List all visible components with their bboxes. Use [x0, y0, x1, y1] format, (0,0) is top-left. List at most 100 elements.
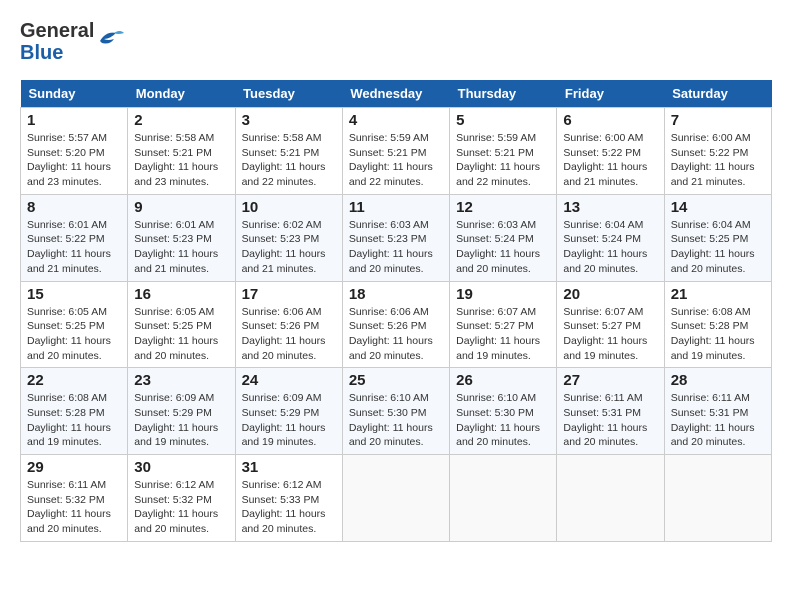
calendar-cell: [557, 455, 664, 542]
calendar-week-row: 22Sunrise: 6:08 AMSunset: 5:28 PMDayligh…: [21, 368, 772, 455]
day-number: 28: [671, 372, 765, 389]
day-info: Sunrise: 6:05 AMSunset: 5:25 PMDaylight:…: [134, 305, 228, 364]
day-number: 15: [27, 286, 121, 303]
calendar-cell: 17 Sunrise: 6:06 AMSunset: 5:26 PMDayligh…: [235, 281, 342, 368]
weekday-header-row: SundayMondayTuesdayWednesdayThursdayFrid…: [21, 80, 772, 108]
calendar-cell: 2 Sunrise: 5:58 AMSunset: 5:21 PMDaylight…: [128, 108, 235, 195]
day-number: 26: [456, 372, 550, 389]
calendar-cell: 12 Sunrise: 6:03 AMSunset: 5:24 PMDayligh…: [450, 194, 557, 281]
calendar-cell: 8 Sunrise: 6:01 AMSunset: 5:22 PMDaylight…: [21, 194, 128, 281]
logo-blue-text: Blue: [20, 42, 63, 64]
calendar-week-row: 8 Sunrise: 6:01 AMSunset: 5:22 PMDaylight…: [21, 194, 772, 281]
day-info: Sunrise: 6:04 AMSunset: 5:25 PMDaylight:…: [671, 218, 765, 277]
day-number: 12: [456, 199, 550, 216]
calendar-cell: 18 Sunrise: 6:06 AMSunset: 5:26 PMDayligh…: [342, 281, 449, 368]
calendar-cell: [342, 455, 449, 542]
logo-bird-icon: [96, 23, 124, 51]
calendar-week-row: 1 Sunrise: 5:57 AMSunset: 5:20 PMDaylight…: [21, 108, 772, 195]
calendar-week-row: 29Sunrise: 6:11 AMSunset: 5:32 PMDayligh…: [21, 455, 772, 542]
day-number: 20: [563, 286, 657, 303]
day-info: Sunrise: 5:58 AMSunset: 5:21 PMDaylight:…: [134, 131, 228, 190]
day-info: Sunrise: 6:04 AMSunset: 5:24 PMDaylight:…: [563, 218, 657, 277]
day-info: Sunrise: 6:07 AMSunset: 5:27 PMDaylight:…: [563, 305, 657, 364]
calendar-cell: 5 Sunrise: 5:59 AMSunset: 5:21 PMDaylight…: [450, 108, 557, 195]
day-info: Sunrise: 6:07 AMSunset: 5:27 PMDaylight:…: [456, 305, 550, 364]
day-info: Sunrise: 6:10 AMSunset: 5:30 PMDaylight:…: [349, 391, 443, 450]
calendar-cell: 6 Sunrise: 6:00 AMSunset: 5:22 PMDaylight…: [557, 108, 664, 195]
calendar-cell: 24 Sunrise: 6:09 AMSunset: 5:29 PMDayligh…: [235, 368, 342, 455]
day-number: 18: [349, 286, 443, 303]
day-info: Sunrise: 6:02 AMSunset: 5:23 PMDaylight:…: [242, 218, 336, 277]
calendar-table: SundayMondayTuesdayWednesdayThursdayFrid…: [20, 80, 772, 542]
day-number: 9: [134, 199, 228, 216]
day-number: 7: [671, 112, 765, 129]
day-info: Sunrise: 6:01 AMSunset: 5:23 PMDaylight:…: [134, 218, 228, 277]
calendar-cell: 15 Sunrise: 6:05 AMSunset: 5:25 PMDayligh…: [21, 281, 128, 368]
day-number: 30: [134, 459, 228, 476]
calendar-cell: 14Sunrise: 6:04 AMSunset: 5:25 PMDayligh…: [664, 194, 771, 281]
day-number: 1: [27, 112, 121, 129]
day-info: Sunrise: 6:10 AMSunset: 5:30 PMDaylight:…: [456, 391, 550, 450]
day-info: Sunrise: 6:11 AMSunset: 5:31 PMDaylight:…: [563, 391, 657, 450]
day-number: 2: [134, 112, 228, 129]
calendar-cell: 4Sunrise: 5:59 AMSunset: 5:21 PMDaylight…: [342, 108, 449, 195]
calendar-cell: 16 Sunrise: 6:05 AMSunset: 5:25 PMDayligh…: [128, 281, 235, 368]
calendar-cell: 11 Sunrise: 6:03 AMSunset: 5:23 PMDayligh…: [342, 194, 449, 281]
day-info: Sunrise: 6:06 AMSunset: 5:26 PMDaylight:…: [242, 305, 336, 364]
calendar-cell: 21 Sunrise: 6:08 AMSunset: 5:28 PMDayligh…: [664, 281, 771, 368]
day-number: 8: [27, 199, 121, 216]
calendar-cell: 10 Sunrise: 6:02 AMSunset: 5:23 PMDayligh…: [235, 194, 342, 281]
logo-combined: General Blue: [20, 20, 124, 64]
day-info: Sunrise: 6:08 AMSunset: 5:28 PMDaylight:…: [27, 391, 121, 450]
weekday-header-thursday: Thursday: [450, 80, 557, 108]
day-info: Sunrise: 6:01 AMSunset: 5:22 PMDaylight:…: [27, 218, 121, 277]
calendar-cell: 3 Sunrise: 5:58 AMSunset: 5:21 PMDaylight…: [235, 108, 342, 195]
weekday-header-monday: Monday: [128, 80, 235, 108]
day-info: Sunrise: 5:59 AMSunset: 5:21 PMDaylight:…: [456, 131, 550, 190]
day-info: Sunrise: 6:08 AMSunset: 5:28 PMDaylight:…: [671, 305, 765, 364]
day-number: 13: [563, 199, 657, 216]
day-number: 10: [242, 199, 336, 216]
day-number: 25: [349, 372, 443, 389]
weekday-header-tuesday: Tuesday: [235, 80, 342, 108]
day-info: Sunrise: 6:06 AMSunset: 5:26 PMDaylight:…: [349, 305, 443, 364]
weekday-header-sunday: Sunday: [21, 80, 128, 108]
calendar-cell: 26 Sunrise: 6:10 AMSunset: 5:30 PMDayligh…: [450, 368, 557, 455]
day-number: 11: [349, 199, 443, 216]
day-number: 29: [27, 459, 121, 476]
day-info: Sunrise: 5:58 AMSunset: 5:21 PMDaylight:…: [242, 131, 336, 190]
calendar-cell: 20 Sunrise: 6:07 AMSunset: 5:27 PMDayligh…: [557, 281, 664, 368]
day-number: 21: [671, 286, 765, 303]
calendar-cell: 1 Sunrise: 5:57 AMSunset: 5:20 PMDaylight…: [21, 108, 128, 195]
calendar-cell: 22Sunrise: 6:08 AMSunset: 5:28 PMDayligh…: [21, 368, 128, 455]
day-info: Sunrise: 6:05 AMSunset: 5:25 PMDaylight:…: [27, 305, 121, 364]
logo: General Blue: [20, 20, 124, 64]
weekday-header-friday: Friday: [557, 80, 664, 108]
day-number: 6: [563, 112, 657, 129]
day-number: 17: [242, 286, 336, 303]
day-info: Sunrise: 6:03 AMSunset: 5:24 PMDaylight:…: [456, 218, 550, 277]
day-info: Sunrise: 6:00 AMSunset: 5:22 PMDaylight:…: [563, 131, 657, 190]
calendar-cell: 28Sunrise: 6:11 AMSunset: 5:31 PMDayligh…: [664, 368, 771, 455]
calendar-cell: 31Sunrise: 6:12 AMSunset: 5:33 PMDayligh…: [235, 455, 342, 542]
day-info: Sunrise: 6:09 AMSunset: 5:29 PMDaylight:…: [242, 391, 336, 450]
day-info: Sunrise: 5:59 AMSunset: 5:21 PMDaylight:…: [349, 131, 443, 190]
day-info: Sunrise: 5:57 AMSunset: 5:20 PMDaylight:…: [27, 131, 121, 190]
day-number: 24: [242, 372, 336, 389]
day-info: Sunrise: 6:12 AMSunset: 5:32 PMDaylight:…: [134, 478, 228, 537]
calendar-cell: 9 Sunrise: 6:01 AMSunset: 5:23 PMDaylight…: [128, 194, 235, 281]
day-number: 5: [456, 112, 550, 129]
calendar-cell: [664, 455, 771, 542]
day-number: 3: [242, 112, 336, 129]
calendar-cell: 29Sunrise: 6:11 AMSunset: 5:32 PMDayligh…: [21, 455, 128, 542]
calendar-cell: 19 Sunrise: 6:07 AMSunset: 5:27 PMDayligh…: [450, 281, 557, 368]
calendar-cell: 23Sunrise: 6:09 AMSunset: 5:29 PMDayligh…: [128, 368, 235, 455]
calendar-cell: 7Sunrise: 6:00 AMSunset: 5:22 PMDaylight…: [664, 108, 771, 195]
calendar-cell: 30 Sunrise: 6:12 AMSunset: 5:32 PMDayligh…: [128, 455, 235, 542]
day-number: 31: [242, 459, 336, 476]
calendar-week-row: 15 Sunrise: 6:05 AMSunset: 5:25 PMDayligh…: [21, 281, 772, 368]
day-info: Sunrise: 6:03 AMSunset: 5:23 PMDaylight:…: [349, 218, 443, 277]
day-number: 19: [456, 286, 550, 303]
day-number: 27: [563, 372, 657, 389]
day-number: 16: [134, 286, 228, 303]
